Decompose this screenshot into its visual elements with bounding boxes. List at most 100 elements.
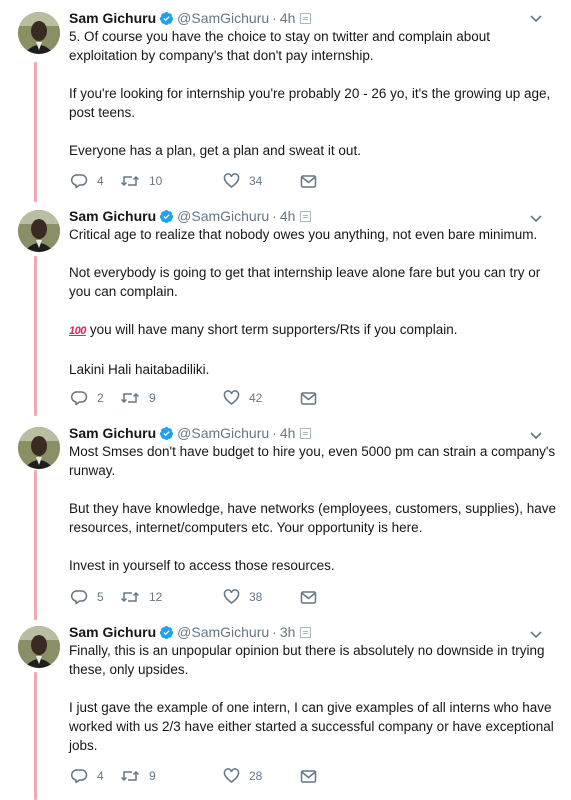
direct-message-icon	[300, 590, 317, 604]
tweet-paragraph: But they have knowledge, have networks (…	[69, 501, 557, 535]
like-button[interactable]: 28	[223, 766, 262, 786]
tweet-paragraph: Lakini Hali haitabadiliki.	[69, 362, 210, 377]
retweet-icon	[120, 392, 140, 404]
reply-button[interactable]: 2	[71, 388, 104, 408]
reply-icon	[71, 174, 88, 189]
like-button[interactable]: 42	[223, 388, 262, 408]
tweet-paragraph: Invest in yourself to access those resou…	[69, 558, 335, 573]
tweet-header: Sam Gichuru @SamGichuru · 4h	[69, 423, 312, 443]
timestamp[interactable]: 4h	[280, 10, 296, 26]
tweet-text: Finally, this is an unpopular opinion bu…	[69, 641, 559, 755]
tweet-paragraph: Finally, this is an unpopular opinion bu…	[69, 643, 545, 677]
retweet-count: 12	[149, 590, 163, 604]
chevron-down-icon[interactable]	[529, 428, 543, 442]
timestamp[interactable]: 4h	[280, 425, 296, 441]
author-handle[interactable]: @SamGichuru	[177, 624, 269, 640]
separator-dot: ·	[272, 10, 277, 26]
retweet-count: 10	[149, 174, 163, 188]
chevron-down-icon[interactable]	[529, 627, 543, 641]
message-icon	[300, 627, 312, 638]
direct-message-button[interactable]	[300, 388, 317, 408]
retweet-button[interactable]: 9	[120, 766, 156, 786]
timestamp[interactable]: 4h	[280, 208, 296, 224]
timestamp[interactable]: 3h	[280, 624, 296, 640]
tweet-text: Most Smses don't have budget to hire you…	[69, 442, 559, 575]
retweet-icon	[120, 175, 140, 187]
like-button[interactable]: 34	[223, 171, 262, 191]
like-button[interactable]: 38	[223, 587, 262, 607]
verified-badge-icon	[160, 209, 174, 224]
like-icon	[223, 768, 240, 783]
retweet-icon	[120, 770, 140, 782]
retweet-count: 9	[149, 391, 156, 405]
message-icon	[300, 428, 312, 439]
like-count: 38	[249, 590, 263, 604]
verified-badge-icon	[160, 625, 174, 640]
tweet-paragraph: If you're looking for internship you're …	[69, 86, 551, 120]
author-name[interactable]: Sam Gichuru	[69, 425, 156, 441]
author-name[interactable]: Sam Gichuru	[69, 10, 156, 26]
tweet-text: 5. Of course you have the choice to stay…	[69, 27, 559, 160]
tweet-paragraph: I just gave the example of one intern, I…	[69, 700, 554, 753]
like-count: 28	[249, 769, 263, 783]
tweet[interactable]: Sam Gichuru @SamGichuru · 4h Critical age t…	[0, 206, 571, 416]
like-icon	[223, 390, 240, 405]
like-icon	[223, 589, 240, 604]
direct-message-button[interactable]	[300, 171, 317, 191]
direct-message-button[interactable]	[300, 766, 317, 786]
chevron-down-icon[interactable]	[529, 211, 543, 225]
reply-icon	[71, 391, 88, 406]
tweet-header: Sam Gichuru @SamGichuru · 4h	[69, 206, 312, 226]
direct-message-button[interactable]	[300, 587, 317, 607]
chevron-down-icon[interactable]	[529, 11, 543, 25]
tweet[interactable]: Sam Gichuru @SamGichuru · 3h Finally, this …	[0, 622, 571, 800]
tweet-header: Sam Gichuru @SamGichuru · 4h	[69, 8, 312, 28]
avatar[interactable]	[18, 427, 60, 469]
avatar[interactable]	[18, 12, 60, 54]
avatar[interactable]	[18, 626, 60, 668]
retweet-button[interactable]: 10	[120, 171, 162, 191]
tweet-actions: 2 9 42	[71, 388, 331, 408]
reply-count: 4	[97, 174, 104, 188]
tweet-paragraph: Everyone has a plan, get a plan and swea…	[69, 143, 361, 158]
direct-message-icon	[300, 769, 317, 783]
reply-icon	[71, 769, 88, 784]
reply-button[interactable]: 4	[71, 766, 104, 786]
reply-count: 5	[97, 590, 104, 604]
tweet-paragraph: 5. Of course you have the choice to stay…	[69, 29, 490, 63]
tweet-actions: 4 10 34	[71, 171, 331, 191]
retweet-icon	[120, 591, 140, 603]
retweet-count: 9	[149, 769, 156, 783]
author-name[interactable]: Sam Gichuru	[69, 208, 156, 224]
direct-message-icon	[300, 391, 317, 405]
tweet-paragraph-text: you will have many short term supporters…	[89, 322, 458, 337]
tweet-header: Sam Gichuru @SamGichuru · 3h	[69, 622, 312, 642]
author-handle[interactable]: @SamGichuru	[177, 10, 269, 26]
verified-badge-icon	[160, 426, 174, 441]
hundred-points-emoji: 100	[69, 325, 86, 337]
tweet[interactable]: Sam Gichuru @SamGichuru · 4h Most Smses don…	[0, 423, 571, 613]
tweet[interactable]: Sam Gichuru @SamGichuru · 4h 5. Of course y…	[0, 8, 571, 198]
author-name[interactable]: Sam Gichuru	[69, 624, 156, 640]
separator-dot: ·	[272, 624, 277, 640]
author-handle[interactable]: @SamGichuru	[177, 208, 269, 224]
separator-dot: ·	[272, 425, 277, 441]
message-icon	[300, 13, 312, 24]
tweet-paragraph: Critical age to realize that nobody owes…	[69, 227, 538, 242]
like-count: 42	[249, 391, 263, 405]
reply-count: 4	[97, 769, 104, 783]
avatar[interactable]	[18, 210, 60, 252]
like-count: 34	[249, 174, 263, 188]
retweet-button[interactable]: 9	[120, 388, 156, 408]
reply-button[interactable]: 5	[71, 587, 104, 607]
verified-badge-icon	[160, 11, 174, 26]
tweet-actions: 4 9 28	[71, 766, 331, 786]
reply-icon	[71, 590, 88, 605]
tweet-paragraph: Not everybody is going to get that inter…	[69, 265, 541, 299]
retweet-button[interactable]: 12	[120, 587, 162, 607]
tweet-paragraph: 100 you will have many short term support…	[69, 320, 559, 341]
tweet-paragraph: Most Smses don't have budget to hire you…	[69, 444, 556, 478]
author-handle[interactable]: @SamGichuru	[177, 425, 269, 441]
reply-count: 2	[97, 391, 104, 405]
reply-button[interactable]: 4	[71, 171, 104, 191]
